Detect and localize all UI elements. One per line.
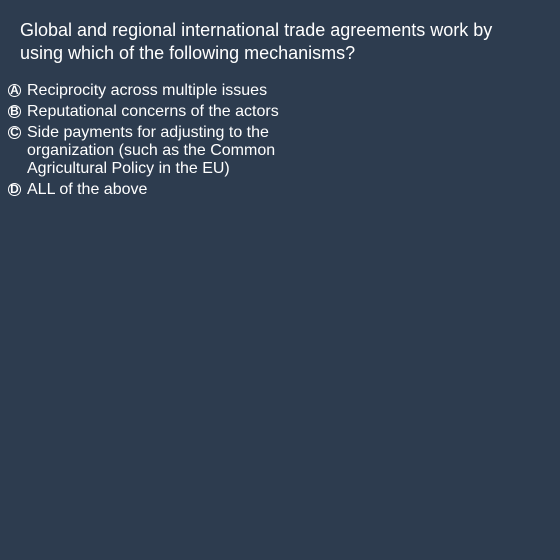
answer-options-list: A Reciprocity across multiple issues B R… — [8, 82, 548, 202]
answer-option-d[interactable]: D ALL of the above — [8, 181, 548, 199]
answer-option-c[interactable]: C Side payments for adjusting to the org… — [8, 124, 548, 178]
question-text: Global and regional international trade … — [20, 20, 493, 63]
option-radio-icon[interactable]: A — [8, 83, 21, 97]
option-letter: B — [10, 104, 19, 118]
option-letter: A — [10, 83, 19, 97]
option-radio-icon[interactable]: C — [8, 125, 21, 139]
option-label: ALL of the above — [27, 181, 148, 198]
option-letter: C — [10, 125, 19, 139]
quiz-screen: Global and regional international trade … — [0, 0, 560, 560]
option-letter: D — [10, 182, 19, 196]
option-label: Side payments for adjusting to the organ… — [27, 124, 276, 177]
answer-option-b[interactable]: B Reputational concerns of the actors — [8, 103, 548, 121]
option-label: Reputational concerns of the actors — [27, 103, 279, 120]
option-label: Reciprocity across multiple issues — [27, 82, 268, 99]
answer-option-a[interactable]: A Reciprocity across multiple issues — [8, 82, 548, 100]
option-radio-icon[interactable]: D — [8, 182, 21, 196]
option-radio-icon[interactable]: B — [8, 104, 21, 118]
